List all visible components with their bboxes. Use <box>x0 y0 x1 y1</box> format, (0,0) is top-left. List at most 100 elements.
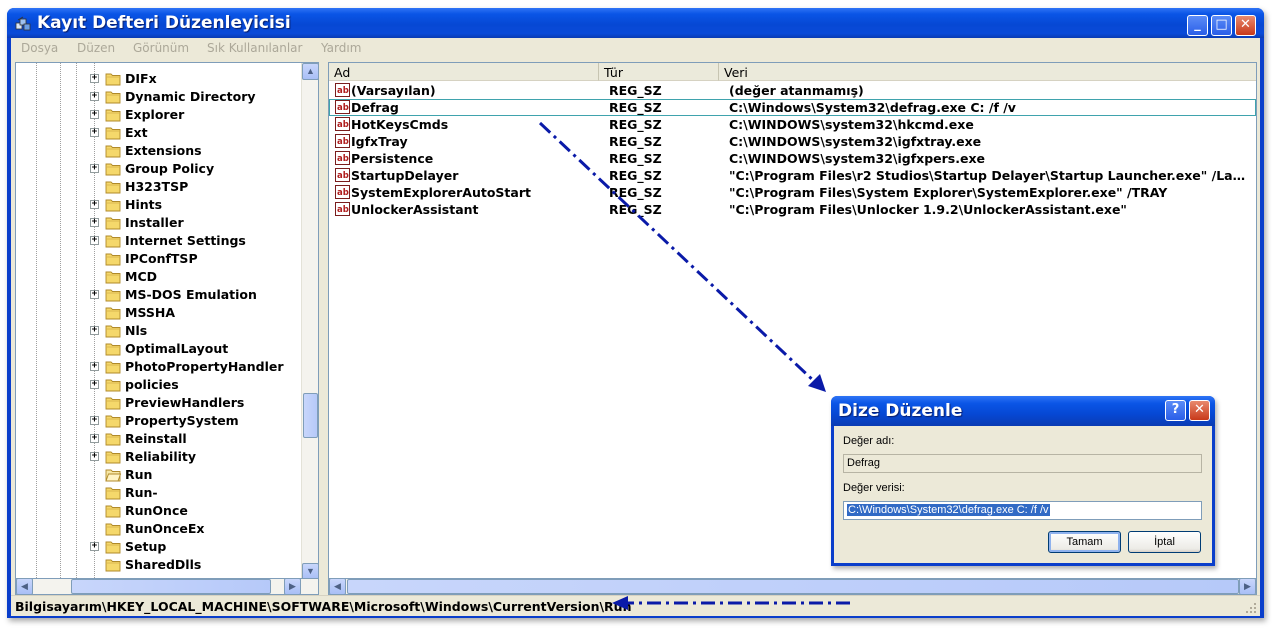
svg-text:ab: ab <box>337 103 349 113</box>
title-bar[interactable]: Kayıt Defteri Düzenleyicisi _ □ ✕ <box>7 8 1264 38</box>
dialog-title-bar[interactable]: Dize Düzenle ? ✕ <box>831 396 1215 426</box>
h-scroll-thumb[interactable] <box>71 579 271 594</box>
menu-gorunum[interactable]: Görünüm <box>133 41 189 55</box>
menu-dosya[interactable]: Dosya <box>21 41 58 55</box>
expand-icon[interactable]: + <box>90 200 99 209</box>
value-row[interactable]: ab (Varsayılan) REG_SZ (değer atanmamış) <box>329 82 1256 99</box>
expand-icon[interactable]: + <box>90 452 99 461</box>
scroll-left-icon[interactable]: ◀ <box>329 578 346 595</box>
tree-vertical-scrollbar[interactable]: ▲ ▼ <box>301 63 318 596</box>
scroll-right-icon[interactable]: ▶ <box>284 578 301 595</box>
tree-item-label: OptimalLayout <box>125 341 229 356</box>
tree-item-label: policies <box>125 377 179 392</box>
tree-item-label: Group Policy <box>125 161 215 176</box>
value-name: Persistence <box>351 151 434 166</box>
dialog-title: Dize Düzenle <box>838 401 963 421</box>
ok-button[interactable]: Tamam <box>1048 531 1121 553</box>
folder-icon <box>105 199 121 212</box>
expand-icon[interactable]: + <box>90 236 99 245</box>
value-name: HotKeysCmds <box>351 117 449 132</box>
value-name: (Varsayılan) <box>351 83 436 98</box>
value-row[interactable]: ab IgfxTray REG_SZ C:\WINDOWS\system32\igfx… <box>329 133 1256 150</box>
folder-icon <box>105 217 121 230</box>
folder-icon <box>105 487 121 500</box>
value-row[interactable]: ab UnlockerAssistant REG_SZ "C:\Program Fil… <box>329 201 1256 218</box>
scroll-thumb[interactable] <box>303 393 318 438</box>
list-horizontal-scrollbar[interactable]: ◀ ▶ <box>328 578 1257 595</box>
tree-item-label: RunOnceEx <box>125 521 205 536</box>
column-header-name[interactable]: Ad <box>329 63 599 81</box>
expand-icon[interactable]: + <box>90 380 99 389</box>
expand-icon[interactable]: + <box>90 362 99 371</box>
tree-item-label: Nls <box>125 323 148 338</box>
expand-icon[interactable]: + <box>90 326 99 335</box>
folder-icon <box>105 253 121 266</box>
expand-icon[interactable]: + <box>90 74 99 83</box>
expand-icon[interactable]: + <box>90 110 99 119</box>
expand-icon[interactable]: + <box>90 434 99 443</box>
tree-item-label: H323TSP <box>125 179 189 194</box>
window-title: Kayıt Defteri Düzenleyicisi <box>37 13 291 33</box>
cancel-button[interactable]: İptal <box>1128 531 1201 553</box>
folder-icon <box>105 379 121 392</box>
value-type: REG_SZ <box>609 100 662 115</box>
tree-item-label: Reliability <box>125 449 197 464</box>
value-name: IgfxTray <box>351 134 408 149</box>
expand-icon[interactable]: + <box>90 542 99 551</box>
column-header-data[interactable]: Veri <box>719 63 1256 81</box>
folder-icon <box>105 559 121 572</box>
menu-yardim[interactable]: Yardım <box>321 41 361 55</box>
value-row[interactable]: ab StartupDelayer REG_SZ "C:\Program Files\… <box>329 167 1256 184</box>
tree-horizontal-scrollbar[interactable]: ◀ ▶ <box>15 578 319 595</box>
svg-text:ab: ab <box>337 154 349 164</box>
folder-icon <box>105 415 121 428</box>
value-row[interactable]: ab HotKeysCmds REG_SZ C:\WINDOWS\system32\h… <box>329 116 1256 133</box>
value-row[interactable]: ab Defrag REG_SZ C:\Windows\System32\defrag… <box>329 99 1256 116</box>
folder-icon <box>105 325 121 338</box>
expand-icon[interactable]: + <box>90 290 99 299</box>
value-row[interactable]: ab Persistence REG_SZ C:\WINDOWS\system32\i… <box>329 150 1256 167</box>
value-name: SystemExplorerAutoStart <box>351 185 531 200</box>
expand-icon[interactable]: + <box>90 164 99 173</box>
string-value-icon: ab <box>335 100 350 114</box>
value-data-label: Değer verisi: <box>843 482 905 494</box>
tree-item-label: MSSHA <box>125 305 176 320</box>
column-header-type[interactable]: Tür <box>599 63 719 81</box>
value-name-label: Değer adı: <box>843 435 895 447</box>
tree-item-label: Dynamic Directory <box>125 89 256 104</box>
value-data: C:\WINDOWS\system32\igfxpers.exe <box>729 151 985 166</box>
key-tree[interactable]: + DIFx + Dynamic Directory + Explorer + Ext Exte… <box>15 62 319 597</box>
expand-icon[interactable]: + <box>90 128 99 137</box>
value-row[interactable]: ab SystemExplorerAutoStart REG_SZ "C:\Progr… <box>329 184 1256 201</box>
tree-item-label: PhotoPropertyHandler <box>125 359 284 374</box>
svg-text:ab: ab <box>337 188 349 198</box>
scroll-right-icon[interactable]: ▶ <box>1239 578 1256 595</box>
folder-icon <box>105 127 121 140</box>
edit-string-dialog: Dize Düzenle ? ✕ Değer adı: Defrag Değer… <box>831 396 1215 566</box>
menu-bar: Dosya Düzen Görünüm Sık Kullanılanlar Ya… <box>11 38 1260 59</box>
open-folder-icon <box>105 469 121 482</box>
value-data: (değer atanmamış) <box>729 83 864 98</box>
menu-duzen[interactable]: Düzen <box>77 41 115 55</box>
folder-icon <box>105 361 121 374</box>
minimize-button[interactable]: _ <box>1187 15 1208 36</box>
menu-sik-kullanilanlar[interactable]: Sık Kullanılanlar <box>207 41 302 55</box>
close-button[interactable]: ✕ <box>1235 15 1256 36</box>
maximize-button[interactable]: □ <box>1211 15 1232 36</box>
help-button[interactable]: ? <box>1165 400 1186 421</box>
h-scroll-thumb[interactable] <box>347 579 1239 594</box>
expand-icon[interactable]: + <box>90 92 99 101</box>
expand-icon[interactable]: + <box>90 416 99 425</box>
dialog-close-button[interactable]: ✕ <box>1189 400 1210 421</box>
folder-icon <box>105 541 121 554</box>
folder-icon <box>105 505 121 518</box>
folder-icon <box>105 163 121 176</box>
tree-item-label: Hints <box>125 197 163 212</box>
resize-grip-icon[interactable] <box>1245 602 1257 614</box>
svg-text:ab: ab <box>337 86 349 96</box>
value-data-input[interactable]: C:\Windows\System32\defrag.exe C: /f /v <box>843 501 1202 520</box>
scroll-up-icon[interactable]: ▲ <box>302 63 318 80</box>
scroll-left-icon[interactable]: ◀ <box>16 578 33 595</box>
expand-icon[interactable]: + <box>90 218 99 227</box>
tree-item-label: Extensions <box>125 143 202 158</box>
